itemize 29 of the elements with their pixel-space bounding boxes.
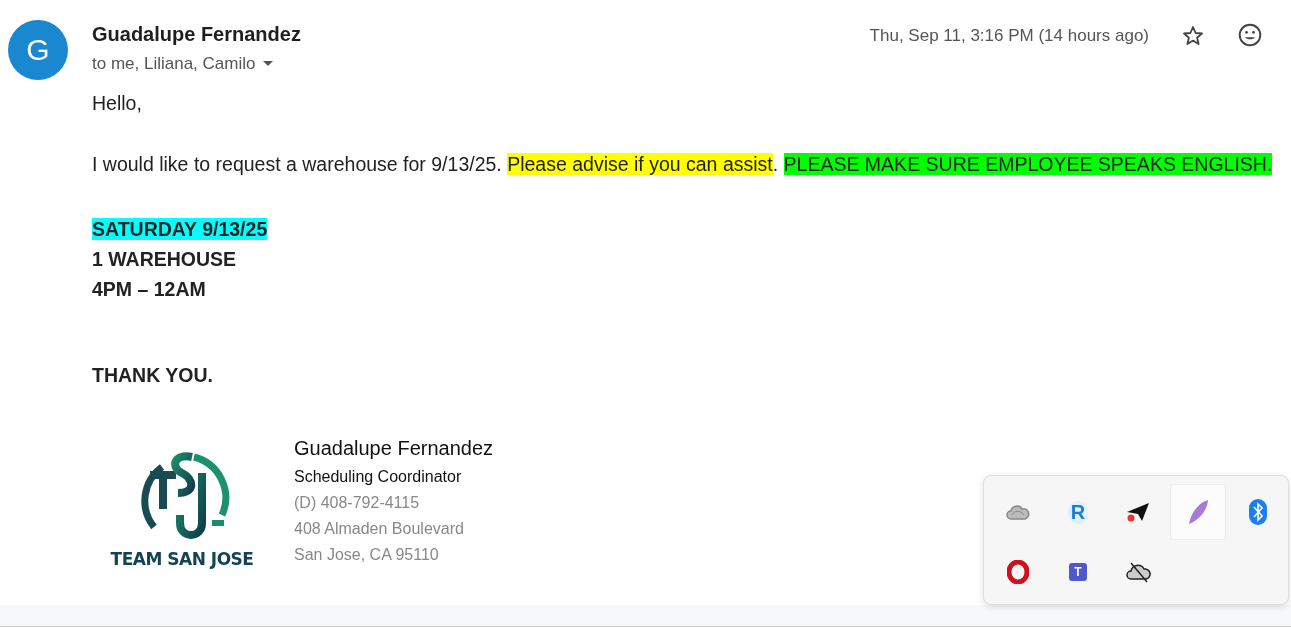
cloud-off-icon: [1125, 561, 1151, 583]
message-text: THANK YOU.: [92, 364, 214, 387]
message-text: 1 WAREHOUSE: [92, 247, 238, 272]
bluetooth-icon: [1249, 499, 1267, 525]
avatar: G: [8, 20, 68, 80]
tray-item[interactable]: T: [1050, 544, 1106, 600]
teams-icon: T: [1069, 563, 1087, 581]
feather-icon: [1186, 499, 1210, 525]
recipients: to me, Liliana, Camilo: [92, 54, 256, 74]
message-text: SATURDAY 9/13/25: [92, 217, 269, 242]
paper-plane-icon: [1125, 501, 1151, 523]
cloud-icon: [1006, 504, 1030, 520]
caret-icon[interactable]: [263, 61, 274, 67]
message-text: Hello,: [92, 92, 143, 115]
logo-text: TEAM SAN JOSE: [110, 549, 254, 569]
signature-name: Guadalupe Fernandez: [294, 437, 494, 460]
emoji-icon[interactable]: [1237, 22, 1263, 48]
star-icon[interactable]: [1181, 24, 1205, 48]
signature-line: 408 Almaden Boulevard: [294, 520, 465, 538]
signature-title: Scheduling Coordinator: [294, 468, 463, 486]
message-text: I would like to request a warehouse for 9/13/25. Please advise if you can assist. PLEASE MAKE SURE EMPLOYEE SPEAKS ENGLISH.: [92, 153, 1274, 176]
signature-line: (D) 408-792-4115: [294, 494, 421, 512]
message-text: 4PM – 12AM: [92, 277, 207, 302]
app-icon: R: [1067, 500, 1089, 524]
sender-name: Guadalupe Fernandez: [92, 23, 302, 46]
date: Thu, Sep 11, 3:16 PM (14 hours ago): [869, 25, 1149, 46]
opera-icon: [1007, 560, 1029, 584]
signature-line: San Jose, CA 95110: [294, 546, 440, 564]
tray-item[interactable]: R: [1050, 484, 1106, 540]
